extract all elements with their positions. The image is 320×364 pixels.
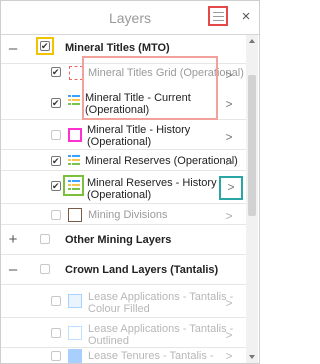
chevron-right-icon[interactable]: > — [222, 155, 236, 169]
group-row-other-mining-layers[interactable]: + Other Mining Layers — [1, 225, 246, 255]
brown-square-outline-icon — [68, 208, 82, 222]
multi-color-list-icon — [68, 179, 82, 193]
chevron-right-icon[interactable]: > — [222, 130, 236, 144]
multi-color-list-icon — [68, 154, 82, 168]
close-button[interactable]: × — [239, 9, 253, 25]
scroll-thumb[interactable] — [248, 75, 256, 216]
group-label: Crown Land Layers (Tantalis) — [65, 264, 219, 276]
expand-icon[interactable]: + — [7, 232, 19, 247]
chevron-right-icon[interactable]: > — [222, 349, 236, 363]
chevron-right-icon[interactable]: > — [224, 180, 238, 194]
layer-checkbox[interactable] — [51, 328, 61, 338]
layers-panel: Layers × – Mineral Titles (MTO) Mineral … — [0, 0, 260, 364]
multi-color-list-icon — [68, 94, 82, 108]
layer-label-line2: (Operational) — [87, 189, 152, 201]
chevron-right-icon[interactable]: > — [222, 296, 236, 310]
layer-row-lease-applications-colour-filled[interactable]: Lease Applications - Tantalis - Colour F… — [1, 285, 246, 318]
chevron-right-icon[interactable]: > — [222, 97, 236, 111]
group-label: Other Mining Layers — [65, 234, 172, 246]
group-row-crown-land-layers[interactable]: – Crown Land Layers (Tantalis) — [1, 255, 246, 285]
layer-label-line2: Outlined — [88, 335, 129, 347]
layer-row-mineral-reserves[interactable]: Mineral Reserves (Operational) > — [1, 150, 246, 171]
group-checkbox[interactable] — [40, 234, 50, 244]
light-blue-filled-square-icon — [68, 294, 82, 308]
collapse-icon[interactable]: – — [7, 41, 19, 56]
layer-checkbox[interactable] — [51, 130, 61, 140]
chevron-right-icon[interactable]: > — [222, 328, 236, 342]
group-checkbox[interactable] — [40, 264, 50, 274]
vertical-scrollbar[interactable] — [246, 35, 258, 363]
scroll-down-arrow-icon[interactable] — [249, 355, 255, 359]
group-checkbox[interactable] — [40, 40, 50, 52]
layer-row-lease-applications-outlined[interactable]: Lease Applications - Tantalis - Outlined… — [1, 318, 246, 348]
layer-label-line2: Colour Filled — [88, 303, 150, 315]
light-blue-outline-square-icon — [68, 326, 82, 340]
collapse-icon[interactable]: – — [7, 262, 19, 277]
layer-checkbox[interactable] — [51, 155, 61, 167]
layer-checkbox[interactable] — [51, 180, 61, 192]
layer-checkbox[interactable] — [51, 296, 61, 306]
scroll-up-arrow-icon[interactable] — [249, 39, 255, 43]
layer-label-line2: (Operational) — [87, 136, 152, 148]
chevron-right-icon[interactable]: > — [222, 209, 236, 223]
group-label: Mineral Titles (MTO) — [65, 42, 170, 54]
blue-filled-square-icon — [68, 349, 82, 363]
layer-checkbox[interactable] — [51, 210, 61, 220]
chevron-right-icon[interactable]: > — [222, 68, 236, 82]
hamburger-menu-button[interactable] — [208, 6, 228, 26]
magenta-square-outline-icon — [68, 128, 82, 142]
highlight-box-salmon — [82, 56, 218, 120]
layer-label: Mineral Reserves (Operational) — [85, 155, 238, 167]
dashed-red-outline-icon — [69, 66, 83, 80]
layer-row-mineral-title-history[interactable]: Mineral Title - History (Operational) > — [1, 120, 246, 150]
layer-row-mining-divisions[interactable]: Mining Divisions > — [1, 204, 246, 225]
layer-label: Mining Divisions — [88, 209, 168, 221]
layer-row-mineral-reserves-history[interactable]: Mineral Reserves - History (Operational)… — [1, 171, 246, 204]
layer-checkbox[interactable] — [51, 351, 61, 361]
layer-checkbox[interactable] — [51, 66, 61, 78]
layer-checkbox[interactable] — [51, 97, 61, 109]
layer-row-lease-tenures-colour[interactable]: Lease Tenures - Tantalis - Colour > — [1, 348, 246, 363]
panel-header: Layers × — [1, 1, 259, 35]
